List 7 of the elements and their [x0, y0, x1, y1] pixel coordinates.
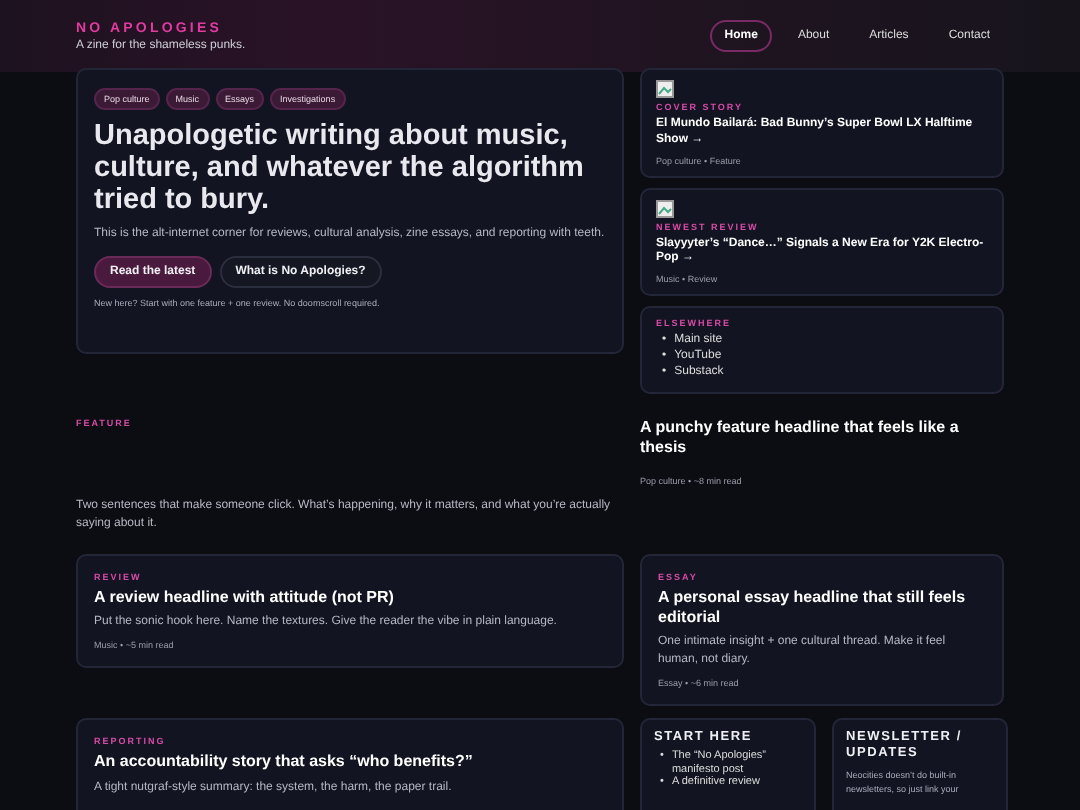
article-headline[interactable]: A review headline with attitude (not PR): [94, 587, 606, 608]
feature-headline[interactable]: A punchy feature headline that feels like a thesis: [640, 417, 1004, 461]
article-headline[interactable]: An accountability story that asks “who benefits?”: [94, 752, 606, 774]
hero-headline: Unapologetic writing about music, culture, and whatever the algorithm tried to bury.: [94, 120, 586, 218]
broken-image-icon: [656, 80, 674, 98]
broken-image-icon: [656, 199, 674, 218]
article-headline[interactable]: A personal essay headline that still feels editorial: [658, 587, 986, 629]
